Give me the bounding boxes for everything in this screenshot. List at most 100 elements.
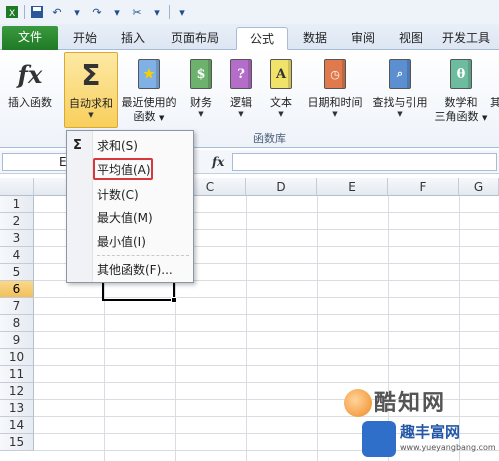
select-all-corner[interactable] (0, 178, 34, 196)
row-header[interactable]: 3 (0, 230, 34, 247)
chevron-down-icon: ▼ (238, 110, 244, 118)
recent-functions-button[interactable]: ★ 最近使用的 函数 ▼ (118, 52, 180, 128)
fill-handle[interactable] (171, 297, 177, 303)
math-label-2: 三角函数 ▼ (434, 110, 488, 123)
redo-icon[interactable]: ↷ (89, 4, 105, 20)
insert-function-fx-icon[interactable]: fx (212, 155, 224, 169)
tab-file[interactable]: 文件 (2, 26, 58, 50)
chevron-down-icon: ▼ (397, 110, 403, 118)
ribbon-tabs: 文件 开始 插入 页面布局 公式 数据 审阅 视图 开发工具 (0, 24, 499, 50)
math-trig-button[interactable]: θ 数学和 三角函数 ▼ (434, 52, 488, 128)
text-button[interactable]: A 文本 ▼ (262, 52, 300, 128)
tab-review[interactable]: 审阅 (340, 27, 386, 50)
theta-book-icon: θ (445, 56, 477, 92)
menu-item-more-functions[interactable]: 其他函数(F)... (97, 261, 173, 279)
row-header[interactable]: 5 (0, 264, 34, 281)
quick-access-toolbar: X ↶ ▾ ↷ ▾ ✂ ▾ ▾ (0, 0, 499, 24)
row-header[interactable]: 4 (0, 247, 34, 264)
recent-label-2: 函数 ▼ (133, 110, 165, 123)
more-label: 其 (490, 96, 499, 109)
datetime-label: 日期和时间 (307, 96, 363, 109)
autosum-label: 自动求和 (69, 97, 113, 110)
menu-item-max[interactable]: 最大值(M) (97, 209, 153, 227)
row-header[interactable]: 9 (0, 332, 34, 349)
row-header[interactable]: 12 (0, 383, 34, 400)
logical-label: 逻辑 (230, 96, 252, 109)
more-book-icon (490, 56, 499, 92)
datetime-button[interactable]: ◷ 日期和时间 ▼ (302, 52, 368, 128)
chevron-down-icon: ▼ (88, 111, 94, 119)
active-cell-b6[interactable] (102, 281, 177, 303)
insert-function-button[interactable]: fx 插入函数 (2, 52, 58, 128)
row-header[interactable]: 15 (0, 434, 34, 451)
autosum-button[interactable]: Σ 自动求和 ▼ (64, 52, 118, 128)
math-label: 数学和 (444, 96, 478, 109)
column-header[interactable]: F (388, 178, 459, 196)
menu-icon-gutter (67, 131, 93, 282)
recent-label: 最近使用的 (121, 96, 177, 109)
row-header-selected[interactable]: 6 (0, 281, 34, 298)
column-header[interactable]: E (317, 178, 388, 196)
qat-separator (169, 5, 170, 19)
watermark-logo-icon (344, 389, 372, 417)
lookup-label: 查找与引用 (372, 96, 428, 109)
star-book-icon: ★ (133, 56, 165, 92)
column-header[interactable]: G (459, 178, 499, 196)
row-header[interactable]: 7 (0, 298, 34, 315)
formula-input[interactable] (232, 153, 497, 171)
row-header[interactable]: 8 (0, 315, 34, 332)
tab-developer[interactable]: 开发工具 (436, 27, 499, 50)
tab-formulas[interactable]: 公式 (236, 27, 288, 50)
menu-item-min[interactable]: 最小值(I) (97, 233, 146, 251)
save-icon[interactable] (29, 4, 45, 20)
name-box[interactable]: E (2, 153, 74, 171)
chevron-down-icon[interactable]: ▾ (109, 4, 125, 20)
row-header[interactable]: 2 (0, 213, 34, 230)
watermark: 酷知网 趣丰富网 www.yueyangbang.com (340, 385, 499, 461)
customize-icon[interactable]: ▾ (174, 4, 190, 20)
more-functions-button[interactable]: 其 (490, 52, 499, 128)
sigma-icon: Σ (73, 138, 82, 153)
menu-separator (97, 255, 189, 256)
watermark-brand: 酷知网 (374, 391, 447, 416)
tab-home[interactable]: 开始 (62, 27, 108, 50)
column-header[interactable]: D (246, 178, 317, 196)
row-header[interactable]: 11 (0, 366, 34, 383)
financial-book-icon: $ (185, 56, 217, 92)
menu-item-count[interactable]: 计数(C) (97, 186, 139, 204)
lookup-button[interactable]: ⌕ 查找与引用 ▼ (368, 52, 432, 128)
fx-icon: fx (17, 59, 43, 89)
menu-item-sum[interactable]: 求和(S) (97, 137, 138, 155)
row-header[interactable]: 13 (0, 400, 34, 417)
chevron-down-icon: ▼ (332, 110, 338, 118)
tools-icon[interactable]: ✂ (129, 4, 145, 20)
row-header[interactable]: 1 (0, 196, 34, 213)
financial-label: 财务 (190, 96, 212, 109)
logical-book-icon: ? (225, 56, 257, 92)
undo-icon[interactable]: ↶ (49, 4, 65, 20)
text-label: 文本 (270, 96, 292, 109)
tab-insert[interactable]: 插入 (110, 27, 156, 50)
qat-separator (24, 5, 25, 19)
chevron-down-icon[interactable]: ▾ (149, 4, 165, 20)
financial-button[interactable]: $ 财务 ▼ (182, 52, 220, 128)
insert-function-label: 插入函数 (8, 96, 52, 109)
chevron-down-icon[interactable]: ▾ (69, 4, 85, 20)
excel-icon[interactable]: X (4, 4, 20, 20)
chevron-down-icon: ▼ (198, 110, 204, 118)
clock-book-icon: ◷ (319, 56, 351, 92)
tab-page-layout[interactable]: 页面布局 (160, 27, 230, 50)
watermark-url: www.yueyangbang.com (400, 443, 496, 452)
autosum-dropdown-menu: Σ 求和(S) 平均值(A) 计数(C) 最大值(M) 最小值(I) 其他函数(… (66, 130, 194, 283)
row-header[interactable]: 10 (0, 349, 34, 366)
watermark-sub: 趣丰富网 (400, 423, 461, 441)
logical-button[interactable]: ? 逻辑 ▼ (222, 52, 260, 128)
menu-item-average[interactable]: 平均值(A) (97, 161, 151, 179)
tab-view[interactable]: 视图 (388, 27, 434, 50)
watermark-wifi-icon (362, 421, 396, 457)
sigma-icon: Σ (81, 58, 101, 92)
tab-data[interactable]: 数据 (292, 27, 338, 50)
svg-text:X: X (9, 9, 15, 19)
text-book-icon: A (265, 56, 297, 92)
row-header[interactable]: 14 (0, 417, 34, 434)
